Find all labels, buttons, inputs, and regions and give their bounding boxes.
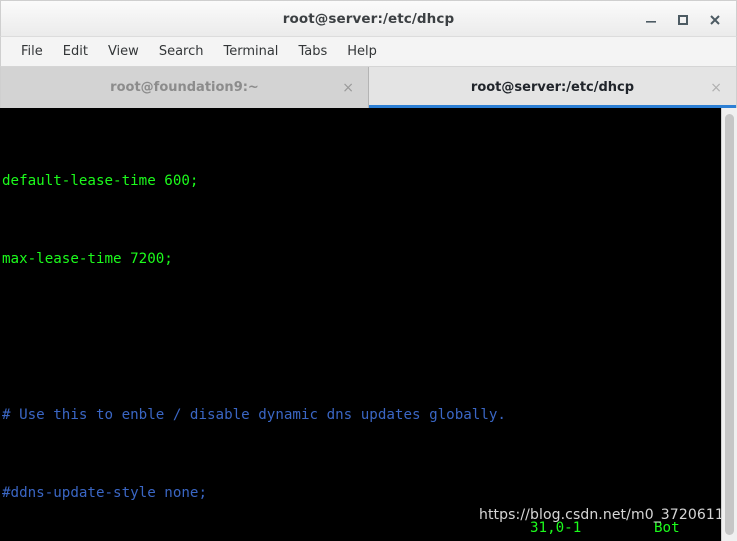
menu-item-search[interactable]: Search (149, 42, 214, 61)
watermark-text: https://blog.csdn.net/m0_37206112 (479, 507, 733, 523)
tab-foundation9[interactable]: root@foundation9:~ × (1, 67, 369, 108)
tab-server-etc-dhcp[interactable]: root@server:/etc/dhcp × (369, 67, 736, 108)
minimize-icon[interactable] (636, 5, 666, 35)
maximize-icon[interactable] (668, 5, 698, 35)
tab-close-icon[interactable]: × (710, 81, 722, 95)
menu-item-view[interactable]: View (98, 42, 149, 61)
terminal-area[interactable]: default-lease-time 600; max-lease-time 7… (0, 108, 737, 541)
terminal-text-buffer[interactable]: default-lease-time 600; max-lease-time 7… (0, 108, 721, 541)
title-bar: root@server:/etc/dhcp (0, 0, 737, 37)
terminal-line: # Use this to enble / disable dynamic dn… (2, 407, 506, 423)
terminal-line: default-lease-time 600; (2, 173, 199, 189)
terminal-line: #ddns-update-style none; (2, 485, 207, 501)
tab-bar: root@foundation9:~ × root@server:/etc/dh… (0, 67, 737, 108)
menu-item-file[interactable]: File (11, 42, 53, 61)
close-icon[interactable] (700, 5, 730, 35)
menu-item-tabs[interactable]: Tabs (288, 42, 337, 61)
menu-item-terminal[interactable]: Terminal (213, 42, 288, 61)
menu-bar: File Edit View Search Terminal Tabs Help (0, 37, 737, 67)
tab-close-icon[interactable]: × (342, 81, 354, 95)
tab-label: root@server:/etc/dhcp (470, 80, 635, 95)
terminal-line: max-lease-time 7200; (2, 251, 173, 267)
terminal-window: root@server:/etc/dhcp File Edit View Sea… (0, 0, 737, 541)
window-controls (636, 1, 730, 38)
terminal-scrollbar[interactable] (721, 108, 737, 541)
scrollbar-thumb[interactable] (725, 114, 734, 535)
menu-item-help[interactable]: Help (337, 42, 387, 61)
menu-item-edit[interactable]: Edit (53, 42, 98, 61)
window-title: root@server:/etc/dhcp (282, 10, 455, 27)
tab-label: root@foundation9:~ (110, 80, 259, 95)
